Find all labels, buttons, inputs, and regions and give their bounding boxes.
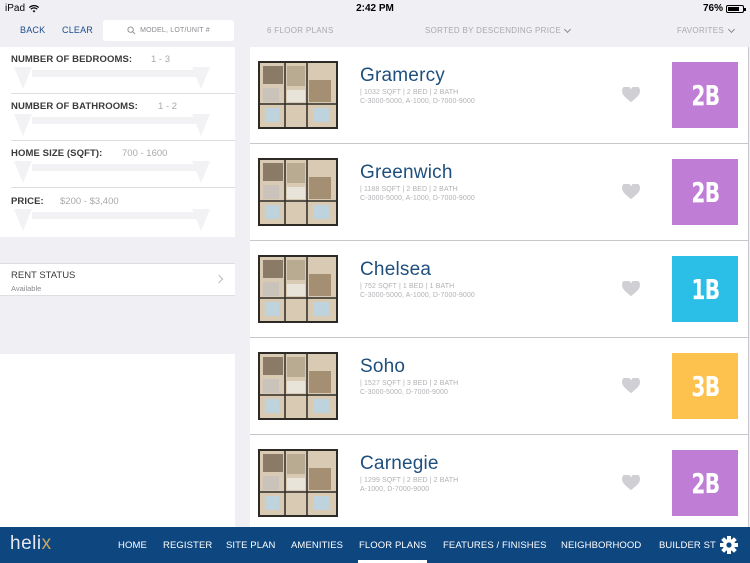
range-slider-min-handle[interactable] [14, 114, 32, 136]
favorite-heart-icon[interactable] [622, 377, 640, 394]
floor-plan-details: | 752 SQFT | 1 BED | 1 BATH [360, 283, 455, 290]
floor-plan-row[interactable]: Chelsea | 752 SQFT | 1 BED | 1 BATH C-30… [250, 241, 748, 338]
favorite-heart-icon[interactable] [622, 474, 640, 491]
floor-plan-image[interactable] [257, 254, 339, 324]
filter-bedrooms: NUMBER OF BEDROOMS: 1 - 3 [0, 47, 235, 94]
search-placeholder: MODEL, LOT/UNIT # [140, 27, 210, 34]
floor-plan-row[interactable]: Soho | 1527 SQFT | 3 BED | 2 BATH C-3000… [250, 338, 748, 435]
bedroom-badge: 3B [672, 353, 738, 419]
range-slider-min-handle[interactable] [14, 161, 32, 183]
floor-plan-units: C-3000-5000, A-1000, D-7000-9000 [360, 195, 475, 202]
filter-bathrooms: NUMBER OF BATHROOMS: 1 - 2 [0, 94, 235, 141]
gear-icon[interactable] [719, 535, 739, 555]
nav-home[interactable]: HOME [118, 540, 147, 551]
chevron-right-icon [214, 274, 224, 284]
scrollbar[interactable] [748, 47, 749, 527]
battery-percent: 76% [702, 3, 723, 14]
nav-amenities[interactable]: AMENITIES [291, 540, 343, 551]
nav-floor-plans[interactable]: FLOOR PLANS [359, 540, 427, 551]
range-slider-max-handle[interactable] [192, 114, 210, 136]
filter-value: 700 - 1600 [122, 148, 168, 159]
bottom-nav: helix HOME REGISTER SITE PLAN AMENITIES … [0, 527, 750, 563]
filter-label: PRICE: [11, 196, 44, 207]
floor-plan-row[interactable]: Greenwich | 1188 SQFT | 2 BED | 2 BATH C… [250, 144, 748, 241]
floor-plan-name: Greenwich [360, 162, 453, 183]
search-icon [127, 26, 136, 35]
range-slider-track[interactable] [32, 212, 197, 219]
nav-site-plan[interactable]: SITE PLAN [226, 540, 275, 551]
range-slider-track[interactable] [32, 117, 197, 124]
floor-plan-details: | 1188 SQFT | 2 BED | 2 BATH [360, 186, 458, 193]
rent-status-label: RENT STATUS [11, 270, 76, 281]
rent-status-row[interactable]: RENT STATUS Available [0, 263, 235, 296]
floor-plan-image[interactable] [257, 448, 339, 518]
chevron-down-icon [563, 25, 572, 33]
sort-dropdown[interactable]: SORTED BY DESCENDING PRICE [425, 25, 572, 35]
left-panel-blank [0, 354, 235, 527]
floor-plan-row[interactable]: Carnegie | 1299 SQFT | 2 BED | 2 BATH A-… [250, 435, 748, 527]
filter-home-size: HOME SIZE (SQFT): 700 - 1600 [0, 141, 235, 188]
nav-register[interactable]: REGISTER [163, 540, 212, 551]
back-button[interactable]: BACK [20, 25, 45, 35]
sort-label: SORTED BY DESCENDING PRICE [425, 26, 561, 35]
filter-label: HOME SIZE (SQFT): [11, 148, 103, 159]
favorites-dropdown[interactable]: FAVORITES [677, 25, 736, 35]
floor-plan-units: C-3000-5000, A-1000, D-7000-9000 [360, 98, 475, 105]
floor-plan-units: C-3000-5000, A-1000, D-7000-9000 [360, 292, 475, 299]
favorite-heart-icon[interactable] [622, 280, 640, 297]
floor-plan-list[interactable]: Gramercy | 1032 SQFT | 2 BED | 2 BATH C-… [250, 47, 748, 527]
bedroom-badge: 2B [672, 450, 738, 516]
floor-plan-image[interactable] [257, 60, 339, 130]
range-slider-max-handle[interactable] [192, 209, 210, 231]
battery-icon [726, 4, 746, 13]
range-slider-track[interactable] [32, 164, 197, 171]
filter-panel: NUMBER OF BEDROOMS: 1 - 3 NUMBER OF BATH… [0, 47, 235, 237]
clock: 2:42 PM [356, 3, 394, 14]
floor-plan-name: Carnegie [360, 453, 439, 474]
floor-plan-units: C-3000-5000, D-7000-9000 [360, 389, 449, 396]
clear-button[interactable]: CLEAR [62, 25, 93, 35]
rent-status-value: Available [11, 284, 42, 293]
filter-value: 1 - 2 [158, 101, 178, 112]
floor-plan-name: Chelsea [360, 259, 432, 280]
filter-label: NUMBER OF BEDROOMS: [11, 54, 133, 65]
bedroom-badge: 2B [672, 159, 738, 225]
search-input[interactable]: MODEL, LOT/UNIT # [103, 20, 234, 41]
favorites-label: FAVORITES [677, 26, 725, 35]
range-slider-min-handle[interactable] [14, 209, 32, 231]
nav-builder-story[interactable]: BUILDER ST [659, 540, 716, 551]
floor-plan-details: | 1032 SQFT | 2 BED | 2 BATH [360, 89, 459, 96]
floor-plan-name: Soho [360, 356, 406, 377]
favorite-heart-icon[interactable] [622, 86, 640, 103]
floor-plan-count: 6 FLOOR PLANS [267, 26, 334, 35]
floor-plan-image[interactable] [257, 351, 339, 421]
nav-features-finishes[interactable]: FEATURES / FINISHES [443, 540, 547, 551]
top-toolbar: BACK CLEAR MODEL, LOT/UNIT # 6 FLOOR PLA… [0, 16, 750, 46]
filter-value: $200 - $3,400 [60, 196, 119, 207]
floor-plan-details: | 1527 SQFT | 3 BED | 2 BATH [360, 380, 459, 387]
floor-plan-name: Gramercy [360, 65, 445, 86]
helix-logo[interactable]: helix [10, 533, 52, 555]
floor-plan-units: A-1000, D-7000-9000 [360, 486, 430, 493]
range-slider-track[interactable] [32, 70, 197, 77]
filter-value: 1 - 3 [151, 54, 171, 65]
floor-plan-row[interactable]: Gramercy | 1032 SQFT | 2 BED | 2 BATH C-… [250, 47, 748, 144]
chevron-down-icon [727, 25, 736, 33]
floor-plan-image[interactable] [257, 157, 339, 227]
filter-label: NUMBER OF BATHROOMS: [11, 101, 138, 112]
divider [11, 187, 235, 188]
range-slider-max-handle[interactable] [192, 161, 210, 183]
status-bar: iPad 2:42 PM 76% [0, 0, 750, 16]
floor-plan-details: | 1299 SQFT | 2 BED | 2 BATH [360, 477, 459, 484]
range-slider-min-handle[interactable] [14, 67, 32, 89]
nav-neighborhood[interactable]: NEIGHBORHOOD [561, 540, 641, 551]
filter-price: PRICE: $200 - $3,400 [0, 189, 235, 236]
bedroom-badge: 2B [672, 62, 738, 128]
range-slider-max-handle[interactable] [192, 67, 210, 89]
bedroom-badge: 1B [672, 256, 738, 322]
favorite-heart-icon[interactable] [622, 183, 640, 200]
